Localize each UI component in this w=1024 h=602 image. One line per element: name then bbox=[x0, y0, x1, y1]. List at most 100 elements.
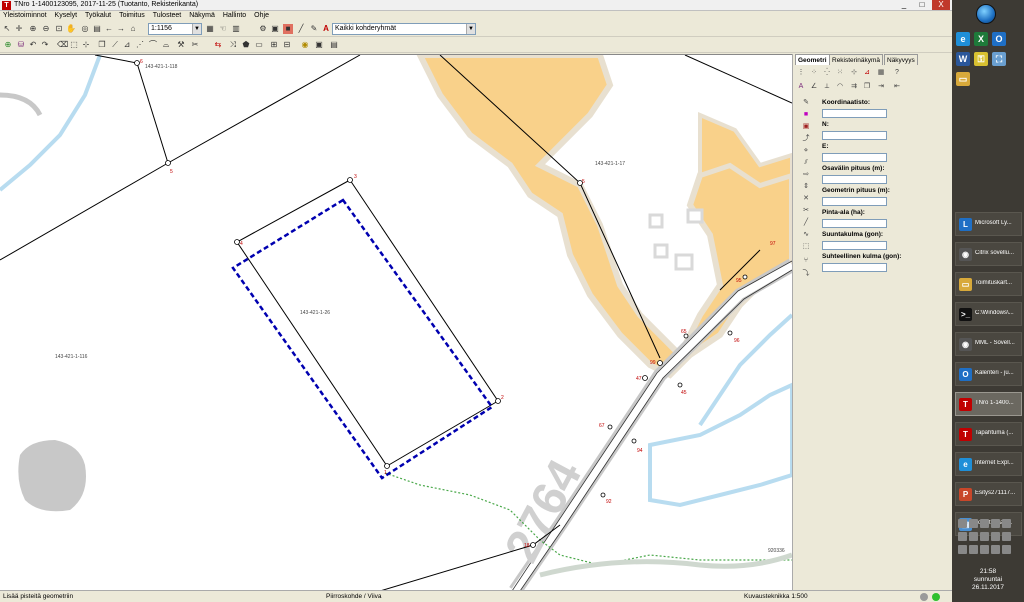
forward-arrow-icon[interactable]: → bbox=[116, 24, 126, 34]
taskbar-item[interactable]: >_ C:\Windows\... bbox=[955, 302, 1022, 326]
polygon-fill-icon[interactable]: ■ bbox=[801, 110, 811, 120]
zoom-in-icon[interactable]: ⊕ bbox=[28, 24, 38, 34]
cut-icon[interactable]: ✂ bbox=[190, 40, 200, 50]
rectangle-icon[interactable]: ▣ bbox=[801, 122, 811, 132]
point-list-icon[interactable]: ⋮ bbox=[796, 68, 806, 78]
delete-point-icon[interactable]: ⁙ bbox=[835, 68, 845, 78]
delete-vertex-icon[interactable]: ✕ bbox=[801, 194, 811, 204]
excel-icon[interactable]: X bbox=[974, 32, 988, 46]
tray-icon[interactable] bbox=[1002, 545, 1011, 554]
ie-icon[interactable]: e bbox=[956, 32, 970, 46]
grid-icon[interactable]: ▣ bbox=[270, 24, 280, 34]
close-button[interactable]: X bbox=[932, 0, 950, 10]
export-icon[interactable]: ▤ bbox=[329, 40, 339, 50]
tools-icon[interactable]: ⚒ bbox=[176, 40, 186, 50]
field-geometrin-pituus[interactable] bbox=[822, 197, 887, 206]
curve-icon[interactable]: ⤴ bbox=[801, 134, 811, 144]
add-point-icon[interactable]: ⁘ bbox=[809, 68, 819, 78]
field-osavalin-pituus[interactable] bbox=[822, 175, 887, 184]
fill-icon[interactable]: ■ bbox=[283, 24, 293, 34]
offset-icon[interactable]: ⇉ bbox=[849, 82, 859, 92]
tray-icon[interactable] bbox=[991, 519, 1000, 528]
undo-icon[interactable]: ↶ bbox=[28, 40, 38, 50]
menu-toimitus[interactable]: Toimitus bbox=[116, 11, 148, 21]
title-bar[interactable]: T TNro 1-1400123095, 2017-11-25 (Tuotant… bbox=[0, 0, 952, 11]
tray-icon[interactable] bbox=[991, 545, 1000, 554]
draw-icon[interactable]: ⟋ bbox=[110, 40, 120, 50]
print-icon[interactable]: ▦ bbox=[205, 24, 215, 34]
tray-icon[interactable] bbox=[991, 532, 1000, 541]
maximize-button[interactable]: □ bbox=[913, 0, 931, 10]
zoom-area-icon[interactable]: ⊡ bbox=[54, 24, 64, 34]
point-icon[interactable]: ⋰ bbox=[135, 40, 145, 50]
home-icon[interactable]: ⌂ bbox=[128, 24, 138, 34]
system-clock[interactable]: 21:58 sunnuntai 26.11.2017 bbox=[952, 568, 1024, 592]
tab-nakyvyys[interactable]: Näkyvyys bbox=[884, 54, 918, 65]
node-icon[interactable]: ⋄ bbox=[801, 146, 811, 156]
wave-tool-icon[interactable]: ∿ bbox=[801, 230, 811, 240]
redo-icon[interactable]: ↷ bbox=[40, 40, 50, 50]
hook-tool-icon[interactable]: ⤵ bbox=[801, 269, 811, 279]
tray-icon[interactable] bbox=[958, 532, 967, 541]
minimize-button[interactable]: _ bbox=[895, 0, 913, 10]
arc-measure-icon[interactable]: ◠ bbox=[835, 82, 845, 92]
taskbar-item[interactable]: e Internet Expl... bbox=[955, 452, 1022, 476]
taskbar-item[interactable]: ▭ Toimituskart... bbox=[955, 272, 1022, 296]
import-geometry-icon[interactable]: ⇤ bbox=[892, 82, 902, 92]
line-measure-icon[interactable]: ⟂ bbox=[822, 82, 832, 92]
edit-vertex-icon[interactable]: ✎ bbox=[801, 98, 811, 108]
angle-icon[interactable]: ∠ bbox=[809, 82, 819, 92]
move-point-icon[interactable]: ⁛ bbox=[822, 68, 832, 78]
arrow-shape-icon[interactable]: ⇨ bbox=[801, 170, 811, 180]
table-view-icon[interactable]: ⊞ bbox=[269, 40, 279, 50]
tray-icon[interactable] bbox=[1002, 532, 1011, 541]
help-icon[interactable]: ? bbox=[892, 68, 902, 78]
keys-icon[interactable]: ⚿ bbox=[974, 52, 988, 66]
menu-yleistoiminnot[interactable]: Yleistoiminnot bbox=[0, 11, 50, 21]
select-icon[interactable]: ⬚ bbox=[69, 40, 79, 50]
menu-nakyma[interactable]: Näkymä bbox=[186, 11, 218, 21]
move-icon[interactable]: ⇕ bbox=[801, 182, 811, 192]
word-icon[interactable]: W bbox=[956, 52, 970, 66]
text-tool-icon[interactable]: A bbox=[321, 24, 331, 34]
taskbar-item[interactable]: ◉ MML - Sovell... bbox=[955, 332, 1022, 356]
line-tool-icon[interactable]: ╱ bbox=[801, 218, 811, 228]
taskbar-item[interactable]: O Kalenteri - ju... bbox=[955, 362, 1022, 386]
polyline-icon[interactable]: ⌒ bbox=[148, 40, 158, 50]
menu-tyokalut[interactable]: Työkalut bbox=[82, 11, 114, 21]
network-icon[interactable]: ⛶ bbox=[992, 52, 1006, 66]
measure-tool-icon[interactable]: ⊿ bbox=[862, 68, 872, 78]
menu-kyselyt[interactable]: Kyselyt bbox=[52, 11, 81, 21]
tray-icon[interactable] bbox=[958, 519, 967, 528]
arc-icon[interactable]: ⌓ bbox=[161, 40, 171, 50]
field-e[interactable] bbox=[822, 153, 887, 162]
scale-select[interactable]: 1:1156 ▼ bbox=[148, 23, 202, 35]
menu-hallinto[interactable]: Hallinto bbox=[220, 11, 249, 21]
menu-ohje[interactable]: Ohje bbox=[251, 11, 272, 21]
snap-icon[interactable]: ⊹ bbox=[81, 40, 91, 50]
tab-geometri[interactable]: Geometri bbox=[795, 54, 830, 65]
stamp-icon[interactable]: ◉ bbox=[300, 40, 310, 50]
copy-icon[interactable]: ❐ bbox=[97, 40, 107, 50]
tray-icon[interactable] bbox=[958, 545, 967, 554]
object-group-select[interactable]: Kaikki kohderyhmät ▼ bbox=[332, 23, 476, 35]
scissors-icon[interactable]: ✂ bbox=[801, 206, 811, 216]
branch-tool-icon[interactable]: ⑂ bbox=[801, 256, 811, 266]
back-arrow-icon[interactable]: ← bbox=[104, 24, 114, 34]
zoom-out-icon[interactable]: ⊖ bbox=[41, 24, 51, 34]
tray-icon[interactable] bbox=[980, 545, 989, 554]
taskbar-item[interactable]: P Esitys271117... bbox=[955, 482, 1022, 506]
text-icon[interactable]: A bbox=[796, 82, 806, 92]
tray-icon[interactable] bbox=[969, 545, 978, 554]
taskbar-item[interactable]: T TNro 1-1400... bbox=[955, 392, 1022, 416]
split-line-icon[interactable]: ⫽ bbox=[801, 158, 811, 168]
globe-icon[interactable]: ◎ bbox=[80, 24, 90, 34]
window-icon[interactable]: ▭ bbox=[254, 40, 264, 50]
taskbar-item[interactable]: ◉ Citrix sovellu... bbox=[955, 242, 1022, 266]
tab-rekisterinakyma[interactable]: Rekisterinäkymä bbox=[829, 54, 884, 65]
area-icon[interactable]: ⬟ bbox=[241, 40, 251, 50]
folder-icon[interactable]: ▭ bbox=[956, 72, 970, 86]
join-icon[interactable]: ⤨ bbox=[228, 40, 238, 50]
tray-icon[interactable] bbox=[969, 532, 978, 541]
pen-icon[interactable]: ✎ bbox=[309, 24, 319, 34]
